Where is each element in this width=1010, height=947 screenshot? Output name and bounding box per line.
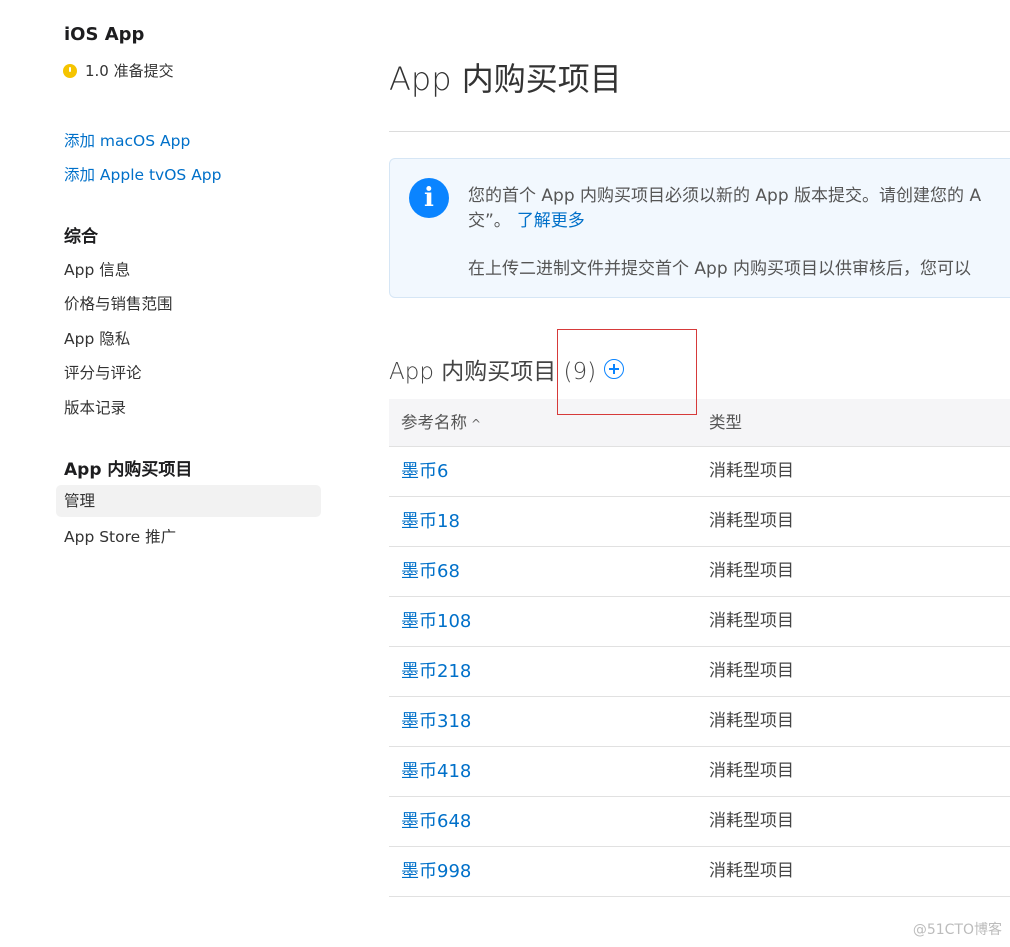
watermark: @51CTO博客	[912, 922, 1002, 938]
add-macos-app-link[interactable]: 添加 macOS App	[64, 129, 190, 151]
table-row[interactable]: 墨币6 消耗型项目	[389, 447, 1010, 497]
sidebar-item-app-info[interactable]: App 信息	[64, 258, 130, 280]
notice-line-2: 交”。	[468, 211, 511, 231]
sort-ascending-icon: ^	[471, 417, 482, 431]
product-type: 消耗型项目	[709, 461, 794, 481]
product-type: 消耗型项目	[709, 611, 794, 631]
column-header-reference-name[interactable]: 参考名称 ^	[401, 399, 481, 448]
table-row[interactable]: 墨币18 消耗型项目	[389, 497, 1010, 547]
app-title: iOS App	[64, 24, 145, 45]
column-header-label: 参考名称	[401, 413, 467, 432]
table-row[interactable]: 墨币418 消耗型项目	[389, 747, 1010, 797]
product-type: 消耗型项目	[709, 561, 794, 581]
sidebar-item-version-history[interactable]: 版本记录	[64, 396, 126, 418]
add-tvos-app-link[interactable]: 添加 Apple tvOS App	[64, 163, 221, 185]
section-title-text: App 内购买项目 (9)	[389, 359, 597, 385]
product-name-link[interactable]: 墨币68	[401, 547, 460, 596]
iap-table: 参考名称 ^ 类型 墨币6 消耗型项目 墨币18 消耗型项目 墨币68 消耗型项目…	[389, 399, 1010, 897]
sidebar-item-privacy[interactable]: App 隐私	[64, 327, 130, 349]
info-icon: i	[409, 178, 449, 218]
column-header-type[interactable]: 类型	[709, 399, 742, 446]
notice-line-3: 在上传二进制文件并提交首个 App 内购买项目以供审核后，您可以	[468, 259, 972, 279]
page-title: App 内购买项目	[389, 60, 622, 98]
product-name-link[interactable]: 墨币108	[401, 597, 471, 646]
product-type: 消耗型项目	[709, 511, 794, 531]
sidebar: iOS App 1.0 准备提交 添加 macOS App 添加 Apple t…	[0, 0, 330, 947]
section-title: App 内购买项目 (9)	[389, 352, 625, 386]
iap-heading: App 内购买项目	[64, 460, 193, 480]
status-dot-icon	[63, 63, 77, 78]
notice-line-1: 您的首个 App 内购买项目必须以新的 App 版本提交。请创建您的 A	[468, 186, 982, 206]
learn-more-link[interactable]: 了解更多	[517, 211, 585, 231]
notice-message: 您的首个 App 内购买项目必须以新的 App 版本提交。请创建您的 A 交”。…	[468, 184, 1010, 234]
product-type: 消耗型项目	[709, 861, 794, 881]
table-header: 参考名称 ^ 类型	[389, 399, 1010, 447]
product-type: 消耗型项目	[709, 661, 794, 681]
product-name-link[interactable]: 墨币418	[401, 747, 471, 796]
product-type: 消耗型项目	[709, 761, 794, 781]
product-type: 消耗型项目	[709, 711, 794, 731]
version-status[interactable]: 1.0 准备提交	[63, 60, 174, 81]
product-name-link[interactable]: 墨币648	[401, 797, 471, 846]
product-type: 消耗型项目	[709, 811, 794, 831]
sidebar-item-manage[interactable]: 管理	[56, 485, 321, 517]
info-notice: i 您的首个 App 内购买项目必须以新的 App 版本提交。请创建您的 A 交…	[389, 158, 1010, 298]
sidebar-item-ratings[interactable]: 评分与评论	[64, 361, 142, 383]
product-name-link[interactable]: 墨币6	[401, 447, 448, 496]
table-row[interactable]: 墨币108 消耗型项目	[389, 597, 1010, 647]
general-heading: 综合	[64, 227, 98, 247]
table-row[interactable]: 墨币68 消耗型项目	[389, 547, 1010, 597]
divider	[389, 131, 1010, 132]
page: iOS App 1.0 准备提交 添加 macOS App 添加 Apple t…	[0, 0, 1010, 947]
product-name-link[interactable]: 墨币18	[401, 497, 460, 546]
product-name-link[interactable]: 墨币218	[401, 647, 471, 696]
table-row[interactable]: 墨币318 消耗型项目	[389, 697, 1010, 747]
product-name-link[interactable]: 墨币998	[401, 847, 471, 896]
product-name-link[interactable]: 墨币318	[401, 697, 471, 746]
sidebar-item-app-store-promotion[interactable]: App Store 推广	[64, 525, 176, 547]
version-label: 1.0 准备提交	[85, 62, 174, 80]
table-row[interactable]: 墨币648 消耗型项目	[389, 797, 1010, 847]
table-row[interactable]: 墨币218 消耗型项目	[389, 647, 1010, 697]
sidebar-item-pricing[interactable]: 价格与销售范围	[64, 292, 173, 314]
table-row[interactable]: 墨币998 消耗型项目	[389, 847, 1010, 897]
add-circle-icon[interactable]	[604, 359, 625, 379]
